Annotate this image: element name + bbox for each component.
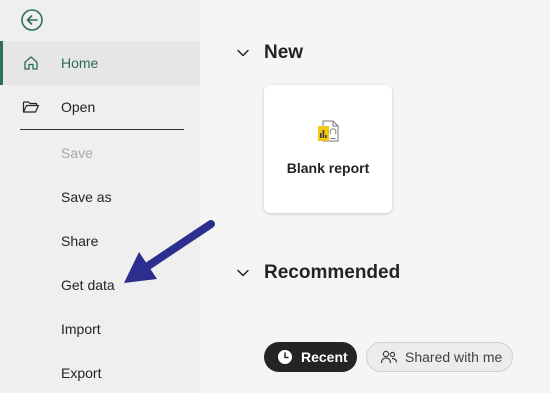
sidebar-item-label: Open	[61, 99, 96, 115]
home-icon	[24, 56, 38, 70]
power-bi-report-icon	[318, 120, 339, 142]
back-button[interactable]	[20, 8, 44, 32]
chevron-down-icon[interactable]	[236, 266, 250, 280]
sidebar-item-import[interactable]: Import	[0, 307, 200, 351]
sidebar-item-label: Save as	[61, 189, 112, 205]
folder-open-icon	[22, 101, 40, 113]
shared-with-me-filter-label: Shared with me	[405, 349, 503, 365]
people-icon	[380, 350, 398, 364]
sidebar-item-open[interactable]: Open	[0, 85, 200, 129]
shared-with-me-filter-button[interactable]: Shared with me	[366, 342, 513, 372]
sidebar-item-export[interactable]: Export	[0, 351, 200, 393]
sidebar-item-label: Export	[61, 365, 102, 381]
sidebar-item-label: Import	[61, 321, 101, 337]
sidebar-item-label: Get data	[61, 277, 115, 293]
clock-icon	[278, 350, 292, 364]
chevron-down-icon[interactable]	[236, 46, 250, 60]
new-section-header: New	[236, 42, 303, 64]
sidebar-item-label: Save	[61, 145, 93, 161]
sidebar-divider	[20, 129, 184, 130]
blank-report-label: Blank report	[286, 160, 370, 176]
blank-report-card[interactable]: Blank report	[264, 85, 392, 213]
sidebar-item-home[interactable]: Home	[0, 41, 200, 85]
section-title: New	[264, 42, 304, 63]
sidebar-item-label: Share	[61, 233, 99, 249]
sidebar-item-share[interactable]: Share	[0, 219, 200, 263]
recommended-section-header: Recommended	[236, 262, 400, 284]
sidebar-item-label: Home	[61, 55, 99, 71]
recent-filter-label: Recent	[301, 349, 348, 365]
section-title: Recommended	[264, 262, 401, 283]
sidebar-item-save: Save	[0, 131, 200, 175]
sidebar-item-save-as[interactable]: Save as	[0, 175, 200, 219]
recent-filter-button[interactable]: Recent	[264, 342, 357, 372]
backstage-sidebar: Home Open Save Save as Share Get data Im…	[0, 0, 200, 393]
arrow-left-circle-icon	[21, 9, 43, 31]
sidebar-item-get-data[interactable]: Get data	[0, 263, 200, 307]
